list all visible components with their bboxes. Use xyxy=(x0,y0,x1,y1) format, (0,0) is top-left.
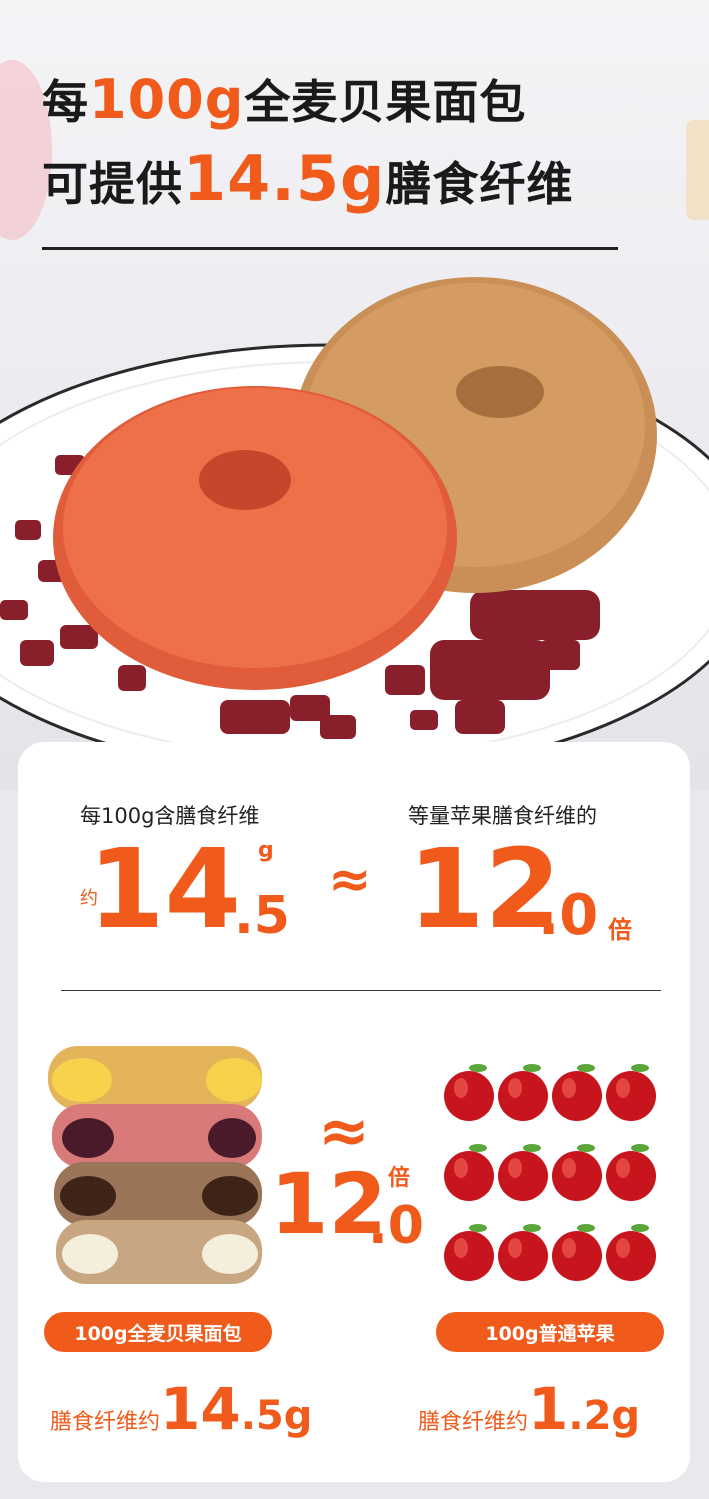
apple-icon xyxy=(498,1064,548,1121)
bagel-fiber-label: 膳食纤维约 xyxy=(50,1410,161,1435)
bagel-fiber-stat: 膳食纤维约14.5g xyxy=(50,1380,312,1438)
hero-line1-number: 100g xyxy=(89,68,245,131)
bagel-pill-label: 100g全麦贝果面包 xyxy=(44,1312,272,1352)
apple-icon xyxy=(552,1144,602,1201)
hero-title-line-1: 每100g全麦贝果面包 xyxy=(42,66,526,132)
hero-line2-suffix: 膳食纤维 xyxy=(385,157,574,211)
apple-grid-svg xyxy=(444,1064,656,1281)
hero-line1-prefix: 每 xyxy=(42,75,89,129)
approx-symbol-middle: ≈ xyxy=(318,1094,370,1167)
bagel-custard-icon xyxy=(48,1046,262,1110)
apple-pill-label: 100g普通苹果 xyxy=(436,1312,664,1352)
right-unit: 倍 xyxy=(608,916,632,944)
apple-icon xyxy=(444,1224,494,1281)
apple-icon xyxy=(606,1144,656,1201)
right-big-decimal: .0 xyxy=(538,883,599,948)
bagel-stack-icon xyxy=(48,1046,262,1284)
apple-fiber-decimal: .2g xyxy=(568,1393,641,1439)
apple-icon xyxy=(552,1064,602,1121)
apple-icon xyxy=(606,1064,656,1121)
apple-icon xyxy=(552,1224,602,1281)
apple-grid xyxy=(442,1060,662,1294)
apple-icon xyxy=(498,1224,548,1281)
apple-fiber-stat: 膳食纤维约1.2g xyxy=(418,1380,640,1438)
bagel-red-bean-icon xyxy=(52,1104,262,1168)
apple-fiber-label: 膳食纤维约 xyxy=(418,1410,529,1435)
ratio-unit: 倍 xyxy=(388,1166,411,1191)
apple-icon xyxy=(444,1144,494,1201)
apple-icon xyxy=(444,1064,494,1121)
left-big-integer: 14 xyxy=(88,825,242,953)
hero-title-line-2: 可提供14.5g膳食纤维 xyxy=(42,142,573,215)
card-divider xyxy=(61,990,661,991)
hero-line1-suffix: 全麦贝果面包 xyxy=(244,75,527,129)
apple-icon xyxy=(606,1224,656,1281)
bagel-cream-cheese-icon xyxy=(56,1220,262,1284)
fiber-comparison-card: 每100g含膳食纤维 等量苹果膳食纤维的 约 14 .5 g ≈ 12 .0 倍 xyxy=(18,742,690,1482)
left-big-decimal: .5 xyxy=(234,886,290,946)
hero-line2-prefix: 可提供 xyxy=(42,157,183,211)
hero-divider xyxy=(42,247,618,250)
apple-fiber-integer: 1 xyxy=(528,1375,569,1443)
apple-icon xyxy=(498,1144,548,1201)
approx-symbol-top: ≈ xyxy=(328,850,372,910)
bagel-fiber-decimal: .5g xyxy=(240,1393,313,1439)
hero-line2-number: 14.5g xyxy=(183,142,386,215)
bagel-chocolate-icon xyxy=(54,1162,262,1226)
ratio-decimal: .0 xyxy=(368,1196,424,1256)
hero-banner: 每100g全麦贝果面包 可提供14.5g膳食纤维 xyxy=(0,0,709,790)
left-unit: g xyxy=(258,838,274,863)
bagel-fiber-integer: 14 xyxy=(160,1375,241,1443)
